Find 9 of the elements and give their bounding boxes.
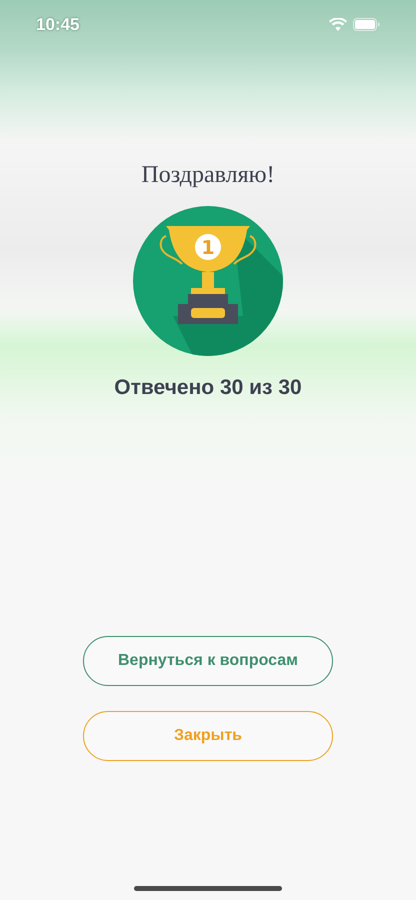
status-time: 10:45 [36,14,80,36]
battery-icon [353,18,380,31]
action-button[interactable]: Вернуться к вопросам [83,636,333,686]
trophy-icon [160,226,256,324]
score-text: Отвечено 30 из 30 [114,375,302,401]
place-number: 1 [201,237,215,259]
congratulations-title: Поздравляю! [141,161,275,190]
wifi-icon [329,18,347,31]
action-button[interactable]: Закрыть [83,710,333,760]
